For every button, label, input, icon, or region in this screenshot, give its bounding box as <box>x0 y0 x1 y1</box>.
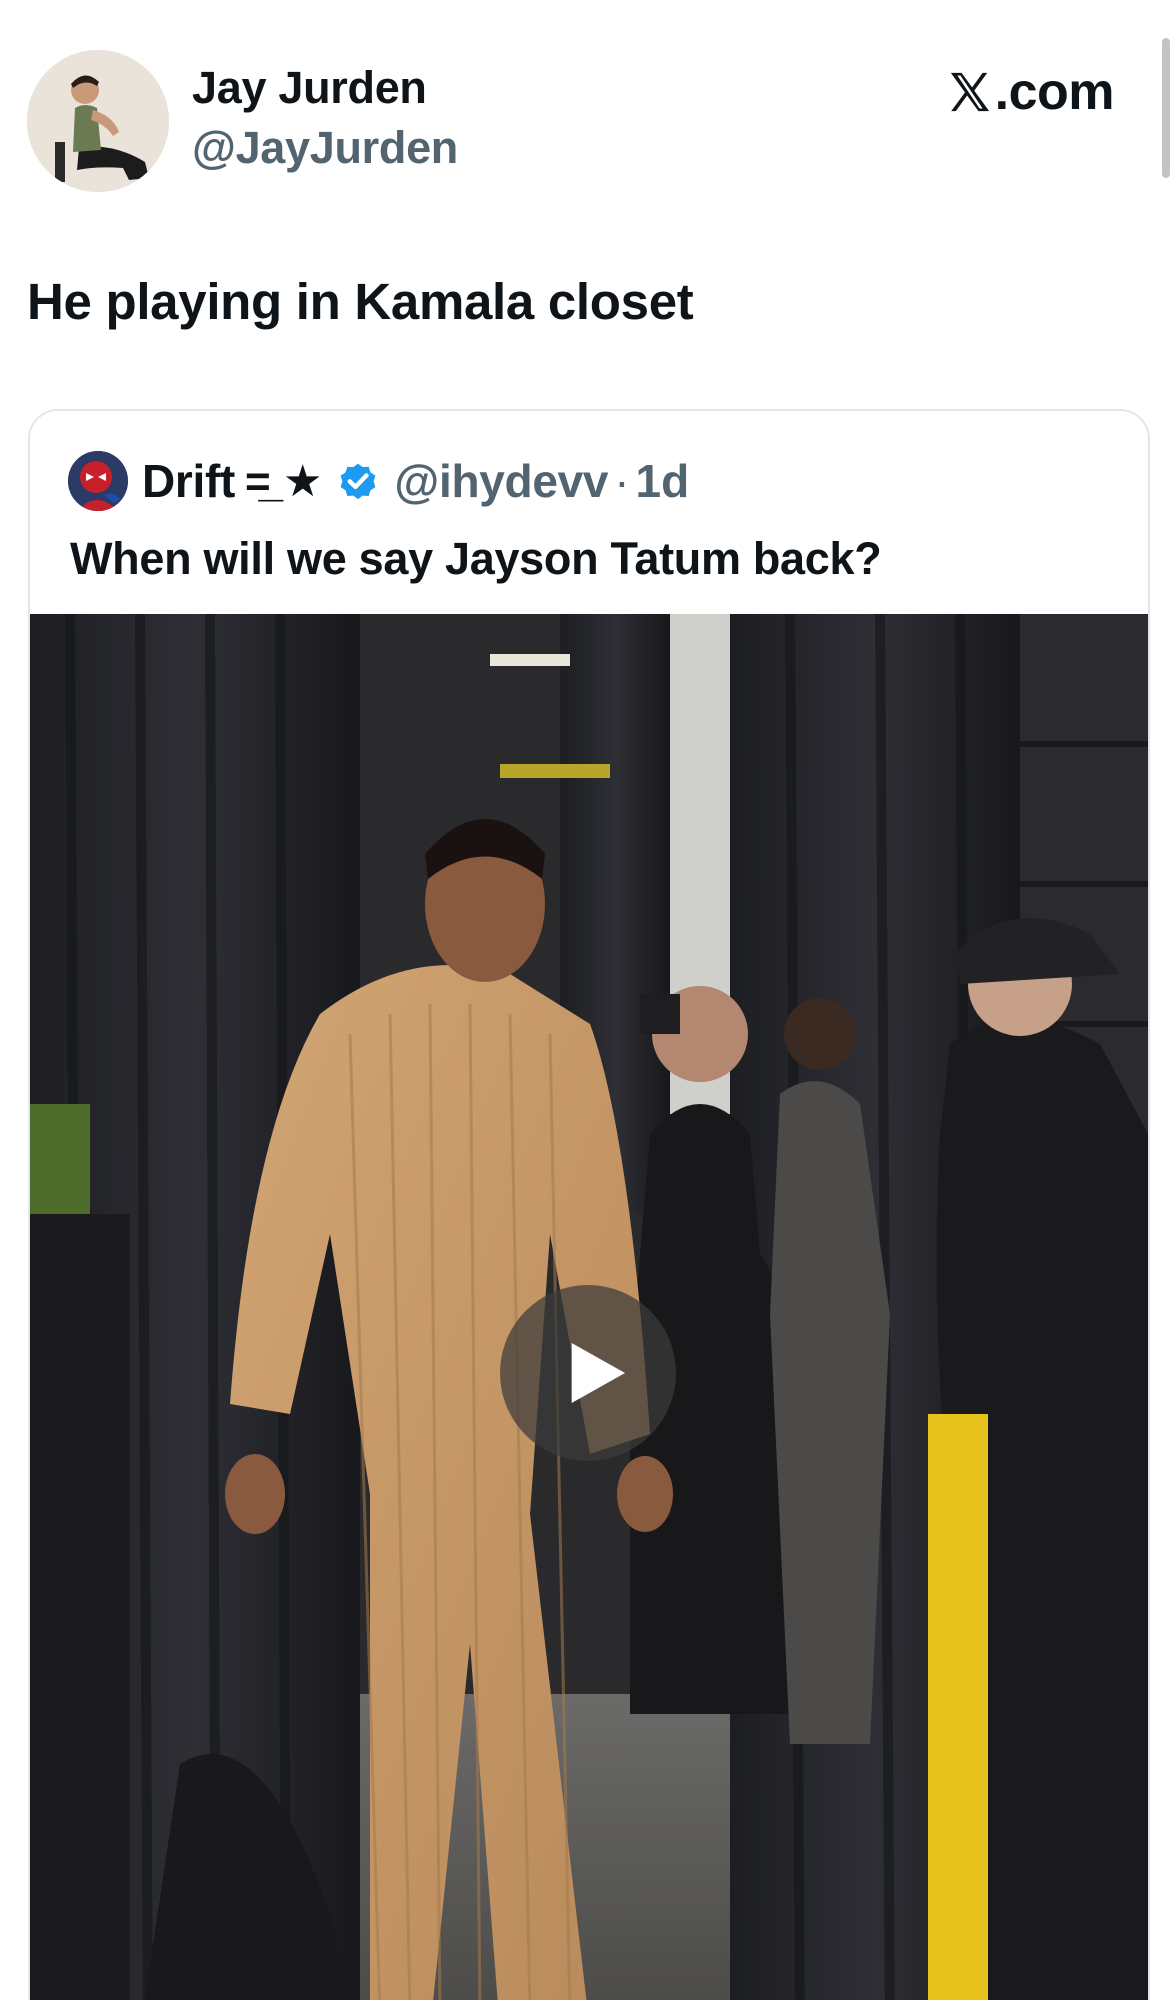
play-icon <box>571 1343 625 1403</box>
quoted-tweet-card[interactable]: Drift =̲ ★ @ihydevv · 1d When will we sa… <box>28 409 1150 2000</box>
quoted-tweet-header: Drift =̲ ★ @ihydevv · 1d <box>68 451 689 511</box>
scrollbar[interactable] <box>1162 38 1170 178</box>
quoted-author-name[interactable]: Drift <box>142 454 235 508</box>
x-logo-icon <box>950 72 989 112</box>
author-handle[interactable]: @JayJurden <box>192 122 458 174</box>
quoted-author-handle[interactable]: @ihydevv <box>394 454 608 508</box>
author-avatar[interactable] <box>27 50 169 192</box>
quoted-author-name-decoration: =̲ ★ <box>245 456 323 506</box>
play-button[interactable] <box>500 1285 676 1461</box>
video-media[interactable] <box>30 614 1148 2000</box>
tweet-screenshot: Jay Jurden @JayJurden .com He playing in… <box>0 0 1174 2000</box>
brand-label: .com <box>994 63 1115 121</box>
separator-dot: · <box>614 455 630 507</box>
tweet-text: He playing in Kamala closet <box>27 273 694 330</box>
x-com-brand: .com <box>947 62 1115 122</box>
quoted-tweet-text: When will we say Jayson Tatum back? <box>70 533 882 584</box>
spiderman-avatar-icon <box>68 451 128 511</box>
user-avatar-photo-icon <box>27 50 169 192</box>
quoted-tweet-time[interactable]: 1d <box>636 454 690 508</box>
quoted-author-avatar[interactable] <box>68 451 128 511</box>
verified-badge-icon <box>341 463 376 500</box>
author-name[interactable]: Jay Jurden <box>192 62 427 114</box>
